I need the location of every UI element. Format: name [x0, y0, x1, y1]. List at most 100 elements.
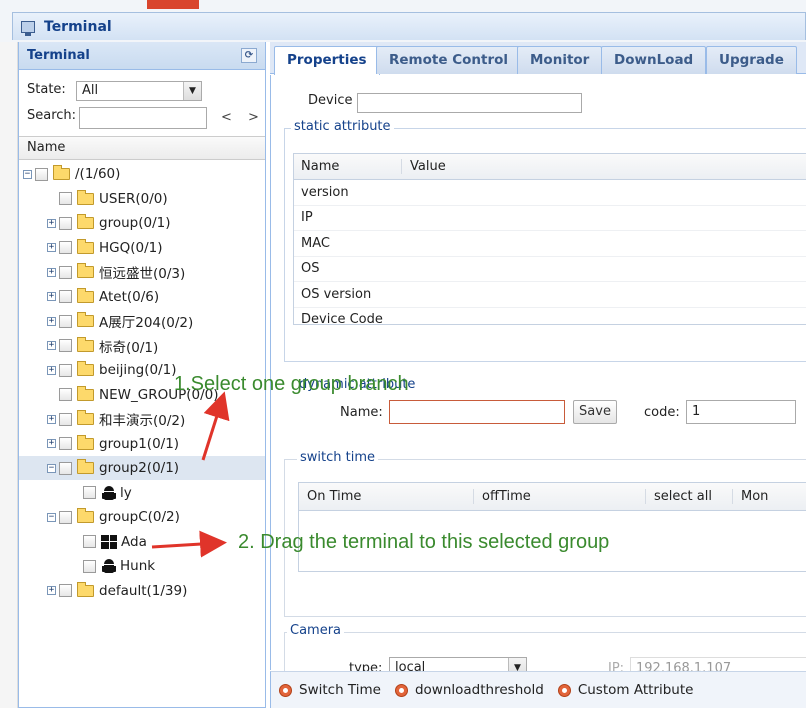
- table-row[interactable]: OS: [294, 257, 806, 282]
- expand-icon[interactable]: +: [47, 316, 56, 326]
- search-input[interactable]: [79, 107, 207, 129]
- code-stepper[interactable]: 1: [686, 400, 796, 424]
- expand-icon[interactable]: +: [47, 267, 56, 277]
- name-input[interactable]: [389, 400, 565, 424]
- collapse-icon[interactable]: −: [23, 169, 32, 179]
- expand-icon[interactable]: +: [47, 218, 56, 228]
- checkbox[interactable]: [83, 559, 96, 573]
- search-label: Search:: [27, 108, 77, 123]
- folder-icon: [77, 189, 94, 205]
- annotation-step1: 1.Select one group branch: [174, 373, 409, 395]
- expand-icon[interactable]: +: [47, 414, 56, 424]
- expand-icon[interactable]: +: [47, 292, 56, 301]
- tree-node[interactable]: − groupC(0/2): [19, 505, 265, 529]
- checkbox[interactable]: [59, 412, 72, 426]
- tree-node[interactable]: Ada: [19, 530, 265, 554]
- checkbox[interactable]: [83, 535, 96, 548]
- name-label: Name:: [340, 405, 383, 420]
- checkbox[interactable]: [59, 510, 72, 524]
- folder-icon: [77, 336, 94, 352]
- row-name: MAC: [301, 235, 330, 251]
- prev-button[interactable]: <: [221, 110, 232, 125]
- table-row[interactable]: version: [294, 180, 806, 206]
- switch-time-legend: switch time: [297, 450, 379, 465]
- column-on-time[interactable]: On Time: [299, 489, 474, 504]
- collapse-icon[interactable]: −: [47, 512, 56, 522]
- column-name[interactable]: Name: [294, 159, 402, 174]
- column-select-all[interactable]: select all: [646, 489, 733, 504]
- annotation-step2: 2. Drag the terminal to this selected gr…: [238, 531, 610, 553]
- tree-node-label: default(1/39): [99, 582, 188, 599]
- panel-header: Terminal ⟳: [19, 42, 265, 70]
- checkbox[interactable]: [59, 265, 72, 279]
- tab-properties[interactable]: Properties: [274, 46, 380, 75]
- tab-download[interactable]: DownLoad: [601, 46, 707, 74]
- column-value[interactable]: Value: [402, 159, 446, 174]
- tree-node[interactable]: + A展厅204(0/2): [19, 309, 265, 333]
- save-button[interactable]: Save: [573, 400, 617, 424]
- custom-attribute-button[interactable]: Custom Attribute: [557, 682, 693, 698]
- tree-node[interactable]: + 标奇(0/1): [19, 334, 265, 358]
- checkbox[interactable]: [59, 363, 72, 377]
- tab-remote-control[interactable]: Remote Control: [376, 46, 522, 74]
- name-column-header[interactable]: Name: [19, 136, 265, 160]
- tab-monitor[interactable]: Monitor: [517, 46, 603, 74]
- tree-node[interactable]: USER(0/0): [19, 187, 265, 211]
- state-label: State:: [27, 82, 66, 97]
- chevron-down-icon[interactable]: ▼: [183, 82, 201, 100]
- checkbox[interactable]: [59, 290, 72, 303]
- tab-upgrade[interactable]: Upgrade: [706, 46, 797, 74]
- state-select[interactable]: All ▼: [76, 81, 202, 101]
- bottom-toolbar: Switch Time downloadthreshold Custom Att…: [270, 671, 806, 708]
- checkbox[interactable]: [59, 584, 72, 597]
- folder-icon: [77, 410, 94, 425]
- tree-node-label: USER(0/0): [99, 190, 168, 207]
- table-row[interactable]: MAC: [294, 231, 806, 257]
- folder-open-icon: [53, 165, 70, 180]
- switch-time-button[interactable]: Switch Time: [279, 682, 381, 698]
- tree-node[interactable]: − group2(0/1): [19, 456, 265, 480]
- checkbox[interactable]: [59, 437, 72, 450]
- tree-node[interactable]: − /(1/60): [19, 162, 265, 186]
- tree-node[interactable]: + HGQ(0/1): [19, 236, 265, 260]
- tree-node-label: /(1/60): [75, 166, 121, 182]
- refresh-icon[interactable]: ⟳: [241, 48, 257, 63]
- collapse-icon[interactable]: −: [47, 463, 56, 473]
- checkbox[interactable]: [59, 241, 72, 254]
- column-mon[interactable]: Mon: [733, 489, 768, 504]
- download-threshold-button[interactable]: downloadthreshold: [394, 682, 544, 698]
- checkbox[interactable]: [59, 388, 72, 401]
- table-row[interactable]: IP: [294, 206, 806, 231]
- device-field[interactable]: [357, 93, 582, 113]
- row-name: version: [301, 184, 349, 200]
- checkbox[interactable]: [59, 339, 72, 352]
- tree-node[interactable]: + group1(0/1): [19, 432, 265, 456]
- checkbox[interactable]: [83, 486, 96, 499]
- tree-node[interactable]: ly: [19, 481, 265, 505]
- tree-node[interactable]: + Atet(0/6): [19, 285, 265, 309]
- row-name: OS: [301, 261, 320, 277]
- expand-icon[interactable]: +: [47, 341, 56, 350]
- expand-icon[interactable]: +: [47, 365, 56, 375]
- expand-icon[interactable]: +: [47, 439, 56, 448]
- expand-icon[interactable]: +: [47, 586, 56, 595]
- tree-node[interactable]: + group(0/1): [19, 211, 265, 235]
- next-button[interactable]: >: [248, 110, 259, 125]
- code-label: code:: [644, 405, 680, 420]
- tree-node[interactable]: + 和丰演示(0/2): [19, 407, 265, 431]
- tree-node[interactable]: + 恒远盛世(0/3): [19, 260, 265, 284]
- checkbox[interactable]: [59, 192, 72, 205]
- table-row[interactable]: Device Code: [294, 308, 806, 324]
- checkbox[interactable]: [59, 461, 72, 475]
- tree-node[interactable]: + default(1/39): [19, 579, 265, 603]
- monitor-icon: [21, 20, 35, 36]
- tree-node[interactable]: Hunk: [19, 554, 265, 578]
- checkbox[interactable]: [35, 167, 48, 181]
- table-row[interactable]: OS version: [294, 282, 806, 308]
- expand-icon[interactable]: +: [47, 243, 56, 252]
- column-off-time[interactable]: offTime: [474, 489, 646, 504]
- window-title-bar: Terminal: [12, 12, 806, 40]
- checkbox[interactable]: [59, 216, 72, 230]
- tree-node-label: 标奇(0/1): [99, 339, 159, 356]
- checkbox[interactable]: [59, 314, 72, 328]
